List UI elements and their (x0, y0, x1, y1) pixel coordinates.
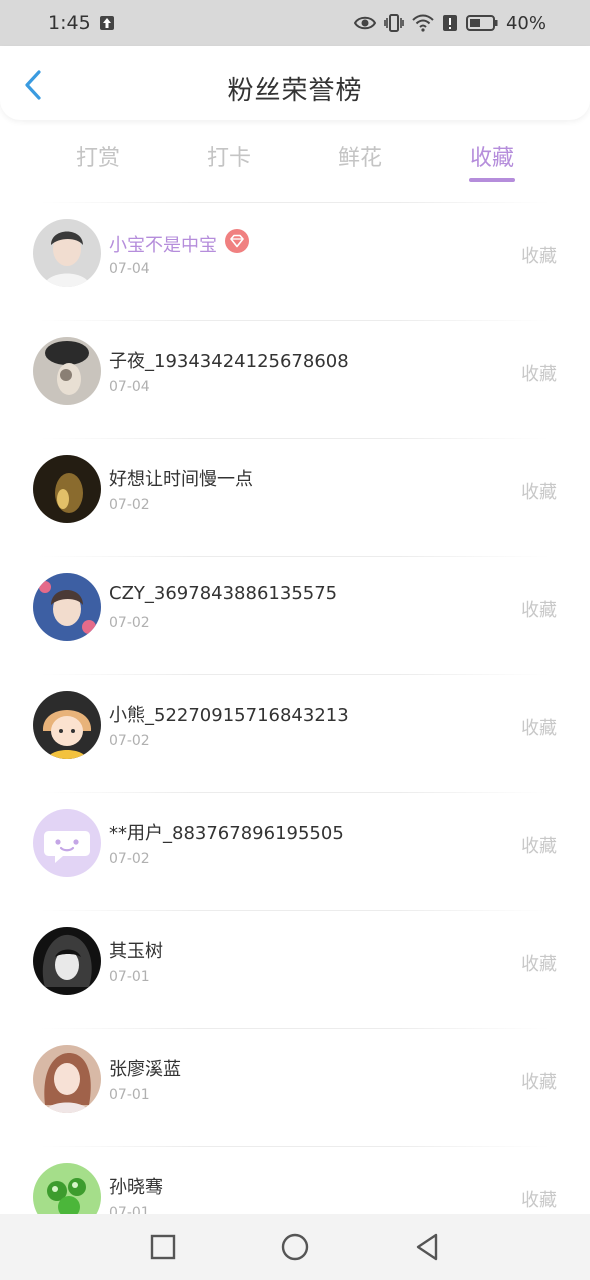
upload-notification-icon (99, 15, 115, 31)
navigation-bar (0, 1214, 590, 1280)
fan-date: 07-01 (109, 969, 150, 985)
fan-name: **用户_883767896195505 (109, 823, 344, 844)
avatar[interactable] (33, 809, 101, 877)
recent-apps-button[interactable] (147, 1231, 179, 1263)
divider (40, 438, 550, 439)
fan-name: CZY_3697843886135575 (109, 583, 338, 604)
divider (40, 674, 550, 675)
fan-name-line: **用户_883767896195505 (109, 819, 344, 845)
status-left: 1:45 (48, 12, 115, 34)
fan-date: 07-04 (109, 261, 150, 277)
battery-icon (465, 14, 498, 32)
divider (40, 1146, 550, 1147)
status-bar: 1:45 40% (0, 0, 590, 46)
diamond-badge-icon (225, 229, 249, 258)
list-item[interactable]: 好想让时间慢一点 07-02 收藏 (0, 438, 590, 556)
favorite-action[interactable]: 收藏 (521, 1068, 557, 1094)
fan-name-line: 其玉树 (109, 937, 163, 963)
avatar[interactable] (33, 455, 101, 523)
divider (40, 1028, 550, 1029)
fan-name-line: 孙晓骞 (109, 1173, 163, 1199)
list-item[interactable]: 其玉树 07-01 收藏 (0, 910, 590, 1028)
vibrate-icon (384, 14, 404, 32)
tab-reward[interactable]: 打赏 (58, 140, 138, 172)
alert-icon (442, 14, 458, 32)
fan-name: 其玉树 (109, 941, 163, 962)
favorite-action[interactable]: 收藏 (521, 242, 557, 268)
status-time: 1:45 (48, 12, 91, 34)
list-item[interactable]: 张廖溪蓝 07-01 收藏 (0, 1028, 590, 1146)
circle-icon (281, 1233, 309, 1261)
tab-favorites[interactable]: 收藏 (452, 140, 532, 172)
triangle-back-icon (416, 1233, 438, 1261)
fan-name: 小宝不是中宝 (109, 234, 217, 256)
favorite-action[interactable]: 收藏 (521, 950, 557, 976)
fan-date: 07-02 (109, 733, 150, 749)
wifi-icon (412, 14, 434, 32)
fan-name: 孙晓骞 (109, 1177, 163, 1198)
tab-flowers[interactable]: 鲜花 (320, 140, 400, 172)
fan-name: 小熊_52270915716843213 (109, 705, 349, 726)
favorite-action[interactable]: 收藏 (521, 1186, 557, 1212)
avatar[interactable] (33, 691, 101, 759)
fan-name: 好想让时间慢一点 (109, 469, 253, 490)
fan-list[interactable]: 小宝不是中宝 07-04 收藏 子夜_19343424125678608 07-… (0, 202, 590, 1214)
header: 粉丝荣誉榜 (0, 46, 590, 120)
fan-name-line: CZY_3697843886135575 (109, 583, 337, 604)
eye-icon (353, 15, 376, 31)
fan-date: 07-04 (109, 379, 150, 395)
favorite-action[interactable]: 收藏 (521, 596, 557, 622)
favorite-action[interactable]: 收藏 (521, 478, 557, 504)
system-back-button[interactable] (411, 1231, 443, 1263)
page-title: 粉丝荣誉榜 (227, 76, 363, 106)
list-item[interactable]: **用户_883767896195505 07-02 收藏 (0, 792, 590, 910)
avatar[interactable] (33, 1045, 101, 1113)
favorite-action[interactable]: 收藏 (521, 360, 557, 386)
home-button[interactable] (279, 1231, 311, 1263)
divider (40, 910, 550, 911)
favorite-action[interactable]: 收藏 (521, 714, 557, 740)
fan-name: 张廖溪蓝 (109, 1059, 181, 1080)
fan-name-line: 好想让时间慢一点 (109, 465, 253, 491)
list-item[interactable]: CZY_3697843886135575 07-02 收藏 (0, 556, 590, 674)
fan-name: 子夜_19343424125678608 (109, 351, 349, 372)
fan-date: 07-02 (109, 497, 150, 513)
fan-date: 07-01 (109, 1087, 150, 1103)
active-tab-indicator (469, 178, 515, 182)
avatar[interactable] (33, 927, 101, 995)
fan-date: 07-02 (109, 615, 150, 631)
battery-percent: 40% (505, 12, 546, 34)
list-item[interactable]: 子夜_19343424125678608 07-04 收藏 (0, 320, 590, 438)
fan-date: 07-02 (109, 851, 150, 867)
fan-name-line: 小熊_52270915716843213 (109, 701, 349, 727)
tab-checkin[interactable]: 打卡 (189, 140, 269, 172)
divider (40, 792, 550, 793)
avatar[interactable] (33, 337, 101, 405)
fan-name-line: 张廖溪蓝 (109, 1055, 181, 1081)
list-item[interactable]: 小宝不是中宝 07-04 收藏 (0, 202, 590, 320)
square-icon (150, 1234, 176, 1260)
fan-name-line: 子夜_19343424125678608 (109, 347, 349, 373)
list-item[interactable]: 孙晓骞 07-01 收藏 (0, 1146, 590, 1214)
list-item[interactable]: 小熊_52270915716843213 07-02 收藏 (0, 674, 590, 792)
avatar[interactable] (33, 219, 101, 287)
divider (40, 320, 550, 321)
divider (40, 556, 550, 557)
status-right: 40% (353, 12, 546, 34)
divider (40, 202, 550, 203)
avatar[interactable] (33, 1163, 101, 1214)
avatar[interactable] (33, 573, 101, 641)
fan-name-line: 小宝不是中宝 (109, 229, 249, 258)
favorite-action[interactable]: 收藏 (521, 832, 557, 858)
fan-date: 07-01 (109, 1205, 150, 1214)
